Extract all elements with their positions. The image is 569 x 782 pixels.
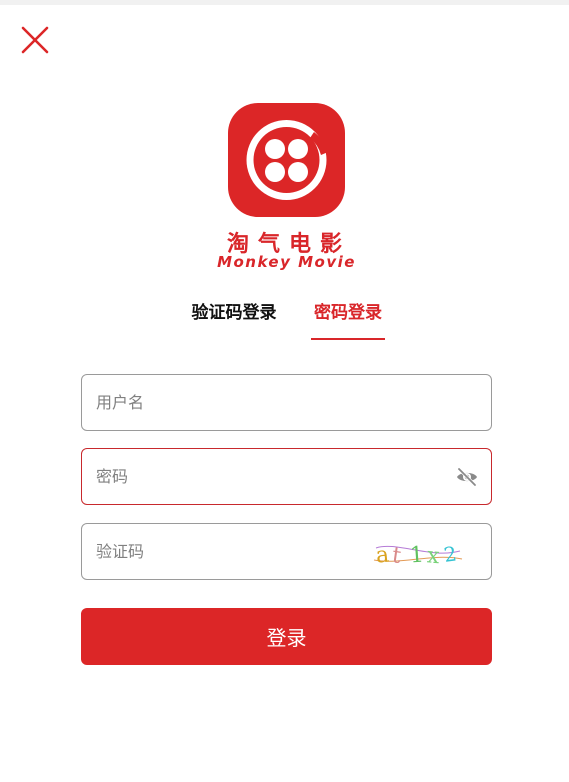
tab-password-login[interactable]: 密码登录 bbox=[311, 298, 385, 340]
svg-text:a: a bbox=[375, 543, 391, 569]
svg-text:1: 1 bbox=[409, 543, 425, 569]
close-icon[interactable] bbox=[17, 22, 53, 58]
login-page: 淘气电影 Monkey Movie 验证码登录 密码登录 a t 1 bbox=[0, 0, 569, 782]
login-button[interactable]: 登录 bbox=[81, 608, 492, 665]
svg-text:2: 2 bbox=[442, 541, 458, 567]
captcha-graphic: a t 1 x 2 bbox=[373, 541, 463, 569]
password-input[interactable] bbox=[96, 449, 426, 504]
film-reel-logo-icon bbox=[228, 103, 345, 217]
eye-slash-icon[interactable] bbox=[455, 465, 479, 489]
username-field bbox=[81, 374, 492, 431]
tab-verification-code-login[interactable]: 验证码登录 bbox=[186, 298, 282, 340]
top-divider bbox=[0, 0, 569, 5]
username-input[interactable] bbox=[96, 375, 426, 430]
brand-name-en: Monkey Movie bbox=[217, 253, 356, 271]
captcha-image[interactable]: a t 1 x 2 bbox=[372, 537, 464, 569]
svg-text:x: x bbox=[426, 543, 441, 569]
captcha-field: a t 1 x 2 bbox=[81, 523, 492, 580]
password-field bbox=[81, 448, 492, 505]
